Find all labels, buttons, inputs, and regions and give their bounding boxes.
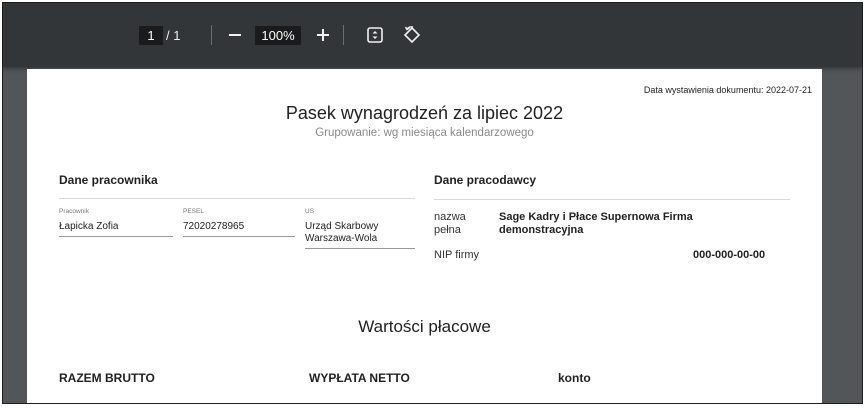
fit-page-icon xyxy=(367,27,383,43)
zoom-in-button[interactable] xyxy=(311,22,335,48)
net-pay-column-header: WYPŁATA NETTO xyxy=(309,371,410,385)
page-number-input[interactable]: 1 xyxy=(139,26,163,45)
page-subtitle: Grupowanie: wg miesiąca kalendarzowego xyxy=(315,127,534,139)
employee-section-divider xyxy=(59,198,415,199)
rotate-icon xyxy=(403,26,421,44)
page-title: Pasek wynagrodzeń za lipiec 2022 xyxy=(285,103,564,123)
employer-full-name-value-line2: demonstracyjna xyxy=(499,224,584,236)
pesel-label: PESEL xyxy=(183,208,204,215)
pdf-viewer: 1 / 1 100% Data wystawienia dokumentu: 2… xyxy=(2,2,863,404)
tax-office-label: US xyxy=(305,208,315,215)
toolbar-divider xyxy=(211,25,212,45)
zoom-level-input[interactable]: 100% xyxy=(255,26,301,45)
employee-name-value: Łapicka Zofia xyxy=(59,221,119,232)
page-count: / 1 xyxy=(166,28,181,43)
account-column-header: konto xyxy=(558,371,591,385)
field-underline xyxy=(59,236,173,237)
pesel-value: 72020278965 xyxy=(183,221,245,232)
employee-section-heading: Dane pracownika xyxy=(59,173,158,187)
pdf-page: Data wystawienia dokumentu: 2022-07-21 P… xyxy=(27,69,822,403)
tax-office-value-line1: Urząd Skarbowy xyxy=(305,221,379,232)
plus-icon xyxy=(317,29,329,41)
employer-full-name-value-line1: Sage Kadry i Płace Supernowa Firma xyxy=(499,211,693,223)
field-underline xyxy=(305,248,415,249)
toolbar-divider xyxy=(343,25,344,45)
rotate-button[interactable] xyxy=(399,22,425,48)
employer-section-divider xyxy=(434,199,790,200)
nip-value: 000-000-00-00 xyxy=(693,249,766,261)
gross-total-column-header: RAZEM BRUTTO xyxy=(59,371,155,385)
minus-icon xyxy=(229,34,241,36)
field-underline xyxy=(183,236,295,237)
fit-to-page-button[interactable] xyxy=(362,22,388,48)
employee-name-label: Pracownik xyxy=(59,208,89,215)
viewer-toolbar: 1 / 1 100% xyxy=(3,3,862,67)
zoom-out-button[interactable] xyxy=(223,22,247,48)
employer-section-heading: Dane pracodawcy xyxy=(434,173,537,187)
nip-label: NIP firmy xyxy=(434,249,480,261)
employer-full-name-label-line1: nazwa xyxy=(434,211,466,223)
employer-full-name-label-line2: pełna xyxy=(434,224,461,236)
values-section-heading: Wartości płacowe xyxy=(358,317,491,336)
tax-office-value-line2: Warszawa-Wola xyxy=(305,233,378,244)
issue-date: Data wystawienia dokumentu: 2022-07-21 xyxy=(643,85,812,95)
